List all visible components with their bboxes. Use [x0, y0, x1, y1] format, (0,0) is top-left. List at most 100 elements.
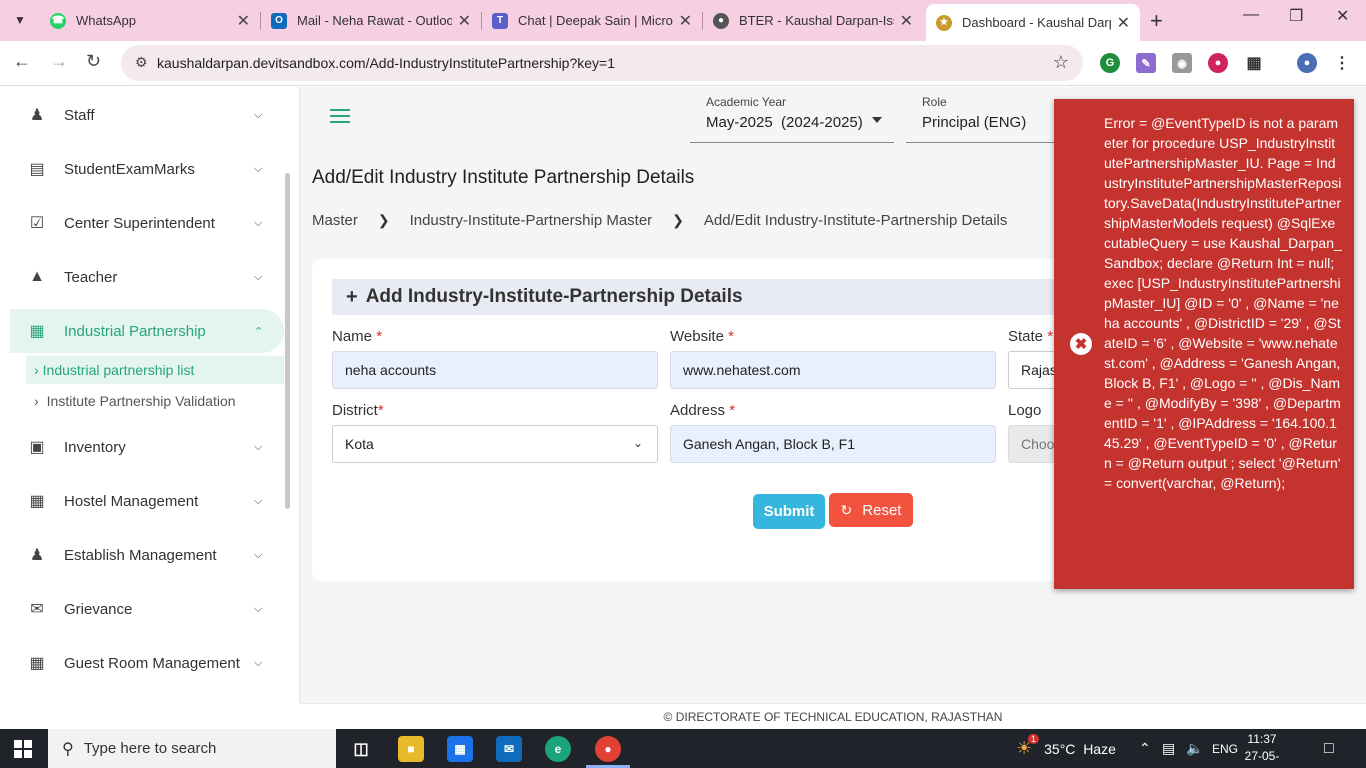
address-bar[interactable]: ⚙ kaushaldarpan.devitsandbox.com/Add-Ind…	[121, 45, 1083, 81]
clock-date: 27-05-2025	[1244, 749, 1280, 768]
camera-icon[interactable]: ◉	[1172, 53, 1192, 73]
tab-dashboard[interactable]: ★ Dashboard - Kaushal Darpan ✕	[926, 4, 1140, 41]
chevron-down-icon: ⌵	[254, 216, 263, 229]
sidebar-item-guest-room-management[interactable]: ▦ Guest Room Management ⌵	[0, 641, 284, 685]
tab-search-button[interactable]: ▼	[8, 8, 32, 32]
chevron-down-icon: ⌵	[254, 270, 263, 283]
volume-icon[interactable]: 🔈	[1186, 729, 1203, 768]
staff-icon: ♟	[29, 107, 45, 124]
tab-outlook[interactable]: O Mail - Neha Rawat - Outlook ✕	[261, 4, 481, 37]
district-select[interactable]: Kota ⌄	[332, 425, 658, 463]
sidebar-item-label: Hostel Management	[64, 492, 199, 510]
tab-whatsapp[interactable]: ☎ WhatsApp ✕	[40, 4, 260, 37]
windows-start-button[interactable]	[14, 740, 32, 758]
sidebar-item-grievance[interactable]: ✉ Grievance ⌵	[0, 587, 284, 631]
browser-menu-icon[interactable]: ⋮	[1332, 53, 1352, 73]
task-view-icon[interactable]: ◫	[348, 736, 374, 762]
close-tab-icon[interactable]: ✕	[679, 11, 692, 31]
teacher-icon: ▲	[29, 268, 45, 285]
form-heading: Add Industry-Institute-Partnership Detai…	[365, 286, 743, 307]
store-icon[interactable]: ▦	[447, 736, 473, 762]
breadcrumb-master[interactable]: Master	[312, 212, 358, 229]
academic-year-select[interactable]: Academic Year May-2025 (2024-2025)	[690, 95, 894, 143]
sidebar-item-teacher[interactable]: ▲ Teacher ⌵	[0, 255, 284, 299]
sidebar-subitem-institute-partnership-validation[interactable]: › Institute Partnership Validation	[26, 387, 284, 415]
tab-teams[interactable]: T Chat | Deepak Sain | Microsoft ✕	[482, 4, 702, 37]
restore-button[interactable]: ❐	[1289, 6, 1303, 26]
outlook-icon: O	[271, 12, 287, 29]
district-value: Kota	[345, 436, 374, 452]
reset-label: Reset	[862, 501, 902, 519]
close-tab-icon[interactable]: ✕	[237, 11, 250, 31]
district-label: District*	[332, 402, 384, 419]
weather-icon: ☀ 1	[1016, 734, 1040, 759]
pen-extension-icon[interactable]: ✎	[1136, 53, 1156, 73]
chrome-icon[interactable]: ●	[595, 736, 621, 762]
reload-button[interactable]: ↻	[86, 51, 101, 72]
sidebar-item-studentexammarks[interactable]: ▤ StudentExamMarks ⌵	[0, 147, 284, 191]
site-info-icon[interactable]: ⚙	[135, 54, 148, 71]
guest-room-icon: ▦	[29, 655, 45, 672]
sidebar-item-center-superintendent[interactable]: ☑ Center Superintendent ⌵	[0, 201, 284, 245]
search-icon: ⚲	[62, 740, 74, 758]
address-label: Address *	[670, 402, 736, 419]
refresh-icon: ↻	[840, 501, 853, 518]
sidebar-item-staff[interactable]: ♟ Staff ⌵	[0, 93, 284, 137]
website-field[interactable]: www.nehatest.com	[670, 351, 996, 389]
menu-toggle-icon[interactable]	[330, 109, 350, 125]
close-tab-icon[interactable]: ✕	[458, 11, 471, 31]
breadcrumb-partnership-master[interactable]: Industry-Institute-Partnership Master	[410, 212, 653, 229]
close-tab-icon[interactable]: ✕	[900, 11, 913, 31]
grievance-icon: ✉	[30, 601, 44, 618]
new-tab-button[interactable]: +	[1150, 8, 1163, 34]
superintendent-icon: ☑	[29, 215, 45, 232]
sidebar-subitem-label: Industrial partnership list	[42, 362, 195, 378]
taskbar-search[interactable]: ⚲ Type here to search	[48, 729, 336, 768]
profile-avatar[interactable]: ●	[1297, 53, 1317, 73]
sidebar-item-label: Guest Room Management	[64, 654, 240, 672]
chevron-down-icon: ⌵	[254, 494, 263, 507]
edge-icon[interactable]: e	[545, 736, 571, 762]
mail-icon[interactable]: ✉	[496, 736, 522, 762]
tray-up-arrow-icon[interactable]: ⌃	[1139, 729, 1151, 768]
teams-icon: T	[492, 12, 508, 29]
reset-button[interactable]: ↻ Reset	[829, 493, 913, 527]
bookmark-star-icon[interactable]: ☆	[1053, 52, 1069, 73]
sidebar-item-hostel-management[interactable]: ▦ Hostel Management ⌵	[0, 479, 284, 523]
form-card: + Add Industry-Institute-Partnership Det…	[312, 259, 1112, 581]
error-icon: ✖	[1070, 333, 1092, 355]
back-button[interactable]: ←	[13, 51, 31, 72]
file-explorer-icon[interactable]: ■	[398, 736, 424, 762]
sidebar-item-label: Teacher	[64, 268, 118, 286]
clock[interactable]: 11:37 27-05-2025	[1232, 731, 1292, 768]
sidebar-item-industrial-partnership[interactable]: ▦ Industrial Partnership ⌃	[10, 309, 284, 353]
chevron-right-icon: ›	[34, 362, 39, 378]
hostel-icon: ▦	[29, 493, 45, 510]
chevron-right-icon: ❯	[377, 212, 390, 228]
chevron-down-icon: ⌵	[254, 656, 263, 669]
notifications-icon[interactable]: □	[1324, 729, 1334, 768]
minimize-button[interactable]: —	[1243, 6, 1259, 24]
error-toast[interactable]: ✖ Error = @EventTypeID is not a paramete…	[1054, 99, 1354, 589]
tab-bter[interactable]: ● BTER - Kaushal Darpan-Issues ✕	[703, 4, 923, 37]
sidebar-item-label: Center Superintendent	[64, 214, 215, 232]
forward-button[interactable]: →	[50, 51, 68, 72]
submit-button[interactable]: Submit	[753, 494, 825, 529]
url-text[interactable]: kaushaldarpan.devitsandbox.com/Add-Indus…	[157, 55, 615, 71]
close-tab-icon[interactable]: ✕	[1117, 13, 1130, 33]
grammarly-icon[interactable]: G	[1100, 53, 1120, 73]
sidebar-subitem-industrial-partnership-list[interactable]: › Industrial partnership list	[26, 356, 284, 384]
close-window-button[interactable]: ✕	[1336, 6, 1349, 26]
sidebar-scrollbar[interactable]	[285, 173, 290, 509]
sidebar-item-establish-management[interactable]: ♟ Establish Management ⌵	[0, 533, 284, 577]
network-icon[interactable]: ▤	[1162, 729, 1175, 768]
weather-widget[interactable]: ☀ 1 35°C Haze	[1016, 729, 1116, 768]
sidebar-item-label: StudentExamMarks	[64, 160, 195, 178]
extensions-puzzle-icon[interactable]: ▦	[1244, 53, 1264, 73]
color-extension-icon[interactable]: ●	[1208, 53, 1228, 73]
role-select[interactable]: Role Principal (ENG)	[906, 95, 1066, 143]
clock-time: 11:37	[1247, 732, 1277, 746]
address-field[interactable]: Ganesh Angan, Block B, F1	[670, 425, 996, 463]
name-field[interactable]: neha accounts	[332, 351, 658, 389]
sidebar-item-inventory[interactable]: ▣ Inventory ⌵	[0, 425, 284, 469]
